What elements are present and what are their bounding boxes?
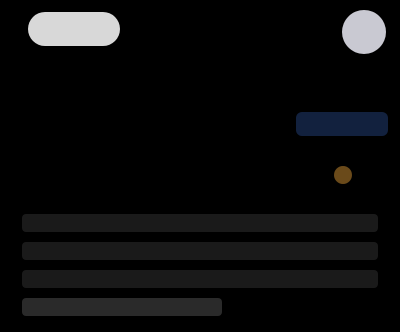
top-bar	[0, 0, 400, 62]
action-chip[interactable]	[296, 112, 388, 136]
content-line	[22, 298, 222, 316]
status-dot-icon	[334, 166, 352, 184]
meta-text-left	[112, 164, 242, 178]
top-bar-title	[142, 22, 322, 38]
content-line	[22, 214, 378, 232]
content-list	[22, 214, 378, 324]
headline	[20, 78, 240, 100]
content-line	[22, 242, 378, 260]
logo-pill[interactable]	[28, 12, 120, 46]
screen	[0, 0, 400, 332]
meta-text-right	[248, 166, 328, 180]
content-line	[22, 270, 378, 288]
avatar[interactable]	[342, 10, 386, 54]
